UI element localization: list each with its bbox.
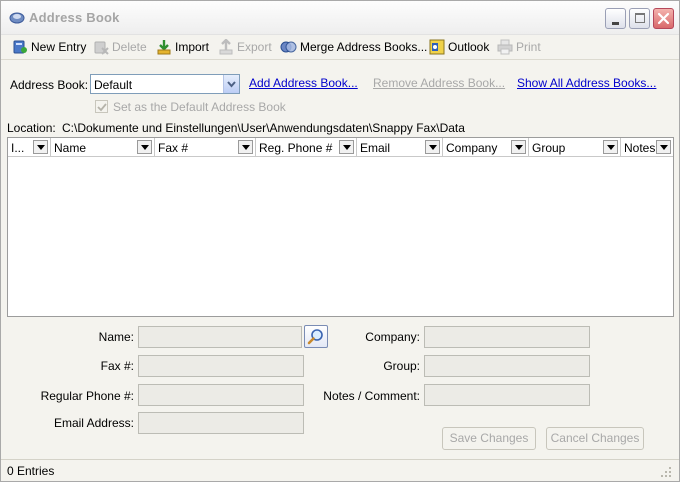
company-label: Company: (365, 330, 420, 344)
chevron-down-icon (660, 145, 668, 150)
column-label: Email (360, 141, 391, 155)
import-label: Import (175, 40, 210, 54)
add-address-book-link[interactable]: Add Address Book... (249, 76, 358, 90)
column-header-fax[interactable]: Fax # (155, 138, 256, 157)
company-field[interactable] (424, 326, 590, 348)
column-filter-button[interactable] (425, 140, 440, 154)
chevron-down-icon (607, 145, 615, 150)
maximize-icon (635, 13, 645, 23)
column-header-email[interactable]: Email (357, 138, 443, 157)
new-entry-icon (13, 40, 27, 54)
outlook-icon (429, 39, 445, 55)
chevron-down-icon (141, 145, 149, 150)
save-changes-button[interactable]: Save Changes (442, 427, 536, 450)
column-header-notes[interactable]: Notes (621, 138, 673, 157)
column-filter-button[interactable] (137, 140, 152, 154)
column-label: Fax # (158, 141, 189, 155)
column-filter-button[interactable] (656, 140, 671, 154)
name-label: Name: (98, 330, 134, 344)
merge-label: Merge Address Books... (300, 40, 428, 54)
grid-header: I... Name Fax # Reg. Phone # Email Compa… (8, 138, 673, 157)
import-button[interactable]: Import (156, 38, 209, 56)
new-entry-button[interactable]: New Entry (12, 38, 86, 56)
minimize-button[interactable] (605, 8, 626, 29)
notes-field[interactable] (424, 384, 590, 406)
column-header-icon[interactable]: I... (8, 138, 51, 157)
column-label: I... (11, 141, 25, 155)
merge-address-books-button[interactable]: Merge Address Books... (280, 38, 427, 56)
address-book-combo[interactable]: Default (90, 74, 240, 94)
export-label: Export (237, 40, 272, 54)
address-book-icon (9, 12, 25, 24)
chevron-down-icon (242, 145, 250, 150)
combo-dropdown-button[interactable] (223, 75, 239, 93)
location-label: Location: (7, 121, 56, 135)
show-all-address-books-link[interactable]: Show All Address Books... (517, 76, 656, 90)
print-icon (497, 39, 513, 55)
fax-field[interactable] (138, 355, 304, 377)
entries-count: 0 Entries (7, 464, 55, 478)
location-path: C:\Dokumente und Einstellungen\User\Anwe… (62, 121, 465, 135)
chevron-down-icon (429, 145, 437, 150)
chevron-down-icon (37, 145, 45, 150)
address-book-selected: Default (94, 78, 133, 92)
column-label: Name (54, 141, 87, 155)
delete-icon (94, 41, 109, 55)
contacts-grid[interactable]: I... Name Fax # Reg. Phone # Email Compa… (7, 137, 674, 317)
email-label: Email Address: (53, 416, 134, 430)
group-field[interactable] (424, 355, 590, 377)
notes-label: Notes / Comment: (323, 389, 420, 403)
column-label: Company (446, 141, 498, 155)
column-filter-button[interactable] (511, 140, 526, 154)
delete-button[interactable]: Delete (93, 38, 147, 56)
close-icon (657, 12, 670, 25)
title-bar[interactable]: Address Book (1, 1, 679, 35)
maximize-button[interactable] (629, 8, 650, 29)
minimize-icon (612, 22, 619, 25)
regular-phone-field[interactable] (138, 384, 304, 406)
address-book-label: Address Book: (10, 78, 89, 92)
address-book-window: Address Book New Entry Delete Import Exp… (0, 0, 680, 482)
column-header-group[interactable]: Group (529, 138, 621, 157)
export-icon (219, 39, 233, 55)
chevron-down-icon (227, 81, 236, 88)
print-button[interactable]: Print (497, 38, 541, 56)
merge-icon (280, 41, 297, 53)
column-filter-button[interactable] (603, 140, 618, 154)
resize-grip-icon[interactable] (659, 466, 673, 478)
export-button[interactable]: Export (218, 38, 272, 56)
remove-address-book-link[interactable]: Remove Address Book... (373, 76, 505, 90)
default-address-book-checkbox[interactable] (95, 100, 108, 113)
toolbar: New Entry Delete Import Export Merge Add… (1, 36, 679, 58)
cancel-changes-button[interactable]: Cancel Changes (546, 427, 644, 450)
status-bar: 0 Entries (1, 459, 679, 481)
default-address-book-label: Set as the Default Address Book (113, 100, 286, 114)
checkmark-icon (97, 103, 107, 112)
column-label: Notes (624, 141, 656, 155)
column-header-reg-phone[interactable]: Reg. Phone # (256, 138, 357, 157)
column-filter-button[interactable] (33, 140, 48, 154)
close-button[interactable] (653, 8, 674, 29)
toolbar-divider (1, 59, 679, 60)
group-label: Group: (383, 359, 420, 373)
print-label: Print (516, 40, 541, 54)
chevron-down-icon (343, 145, 351, 150)
name-field[interactable] (138, 326, 302, 348)
outlook-button[interactable]: Outlook (429, 38, 489, 56)
regular-phone-label: Regular Phone #: (40, 389, 134, 403)
column-header-company[interactable]: Company (443, 138, 529, 157)
import-icon (157, 40, 171, 55)
column-filter-button[interactable] (339, 140, 354, 154)
column-header-name[interactable]: Name (51, 138, 155, 157)
window-title: Address Book (29, 10, 120, 25)
column-label: Reg. Phone # (259, 141, 333, 155)
email-field[interactable] (138, 412, 304, 434)
outlook-label: Outlook (448, 40, 490, 54)
column-filter-button[interactable] (238, 140, 253, 154)
column-label: Group (532, 141, 566, 155)
new-entry-label: New Entry (31, 40, 87, 54)
chevron-down-icon (515, 145, 523, 150)
fax-label: Fax #: (100, 359, 134, 373)
delete-label: Delete (112, 40, 147, 54)
